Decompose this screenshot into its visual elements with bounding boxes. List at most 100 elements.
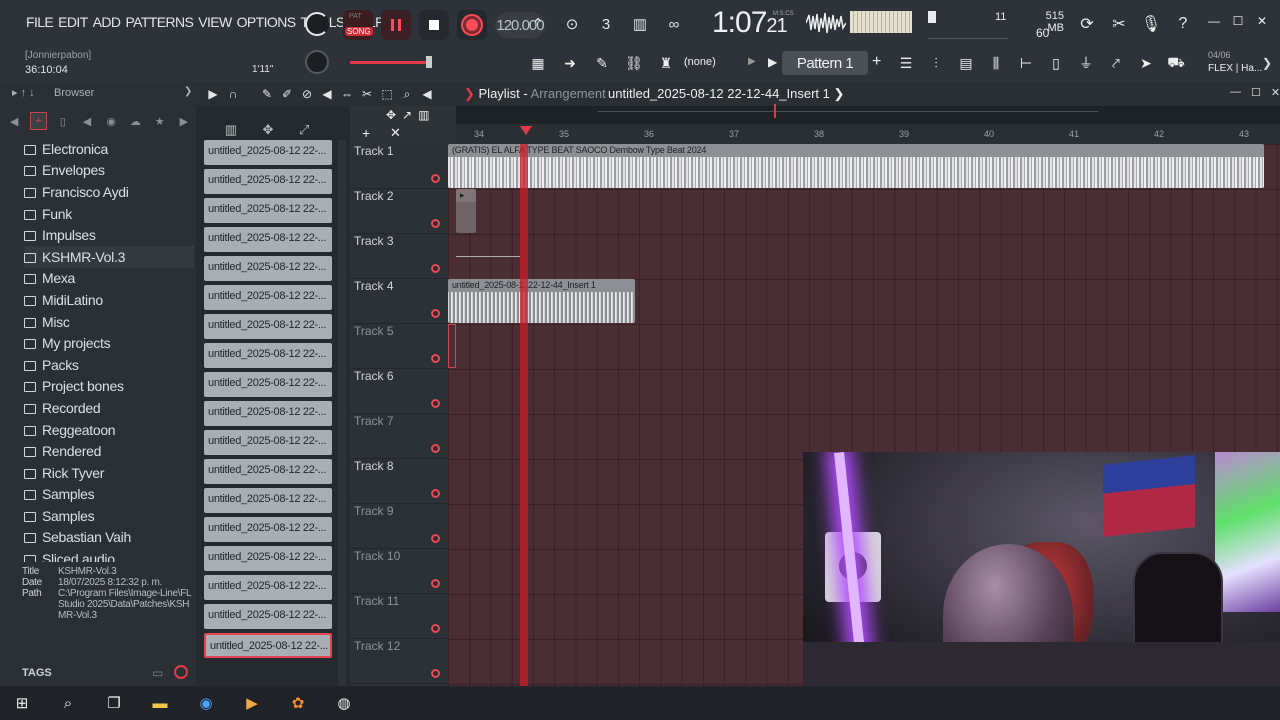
minimize-icon[interactable]: — [1206,14,1222,30]
magnet-snap-icon[interactable]: ∩ [226,86,240,102]
track-header[interactable]: Track 4 [350,279,448,324]
clip-source-item[interactable]: untitled_2025-08-12 22-... [204,517,332,542]
clip-source-item[interactable]: untitled_2025-08-12 22-... [204,401,332,426]
zoom-tool-icon[interactable]: ⌕ [400,86,414,102]
clip-source-item[interactable]: untitled_2025-08-12 22-... [204,198,332,223]
folder-item[interactable]: Recorded [24,397,194,419]
folder-item[interactable]: Packs [24,354,194,376]
project-info-icon[interactable]: ▯ [1045,53,1067,73]
refresh-icon[interactable]: ⟳ [1076,13,1098,35]
track-header[interactable]: Track 12 [350,639,448,684]
scroll-thumb[interactable] [774,104,776,118]
menu-patterns[interactable]: PATTERNS [125,14,193,30]
pat-song-toggle[interactable]: PAT SONG [343,10,373,40]
search-icon[interactable]: ⌕ [58,693,78,713]
folder-item[interactable]: Mexa [24,268,194,290]
clip-source-item[interactable]: untitled_2025-08-12 22-... [204,343,332,368]
slice-tool-icon[interactable]: ✂ [360,86,374,102]
browser-collapse-icon[interactable]: ❯ [184,86,192,97]
paint-tool-icon[interactable]: ✐ [280,86,294,102]
plugin-filter-icon[interactable]: ◉ [103,112,119,130]
folder-item[interactable]: Sebastian Vaih [24,527,194,549]
record-button[interactable] [457,10,487,40]
audio-clip-track1[interactable]: (GRATIS) EL ALFA TYPE BEAT SAOCO Dembow … [448,144,1264,188]
master-pitch-slider[interactable] [350,61,430,64]
track-mute-led[interactable] [431,534,440,543]
folder-item[interactable]: Impulses [24,224,194,246]
audio-clip-track4[interactable]: untitled_2025-08-1..22-12-44_Insert 1 [448,279,635,323]
star-icon[interactable]: ★ [152,112,168,130]
playlist-title-sub[interactable]: Arrangement [531,86,606,101]
menu-view[interactable]: VIEW [198,14,232,30]
clip-source-item[interactable]: untitled_2025-08-12 22-... [204,372,332,397]
main-pitch-knob[interactable] [305,50,329,74]
file-explorer-icon[interactable]: ▬ [150,693,170,713]
folder-item[interactable]: Misc [24,311,194,333]
news-title[interactable]: FLEX | Ha... [1208,63,1262,74]
track-mute-led[interactable] [431,669,440,678]
plugin-icon[interactable]: ⏚ [1075,53,1097,73]
song-position-marker[interactable] [520,126,532,135]
folder-item[interactable]: Samples [24,505,194,527]
browser-tree-icon[interactable]: ⊢ [1015,53,1037,73]
track-mute-led[interactable] [431,444,440,453]
file-icon[interactable]: ▯ [55,112,71,130]
clip-source-item[interactable]: untitled_2025-08-12 22-... [204,140,332,165]
move-icon[interactable]: ✥ [262,122,273,138]
master-volume-knob[interactable] [305,12,329,36]
track-mute-led[interactable] [431,354,440,363]
pattern-play-icon[interactable]: ▶ [768,55,777,69]
link-icon[interactable]: ⛓ [622,53,646,73]
clip-source-item[interactable]: untitled_2025-08-12 22-... [204,488,332,513]
tag-folder-icon[interactable]: ▭ [152,666,163,680]
pencil-icon[interactable]: ✎ [590,53,614,73]
folder-item[interactable]: KSHMR-Vol.3 [24,245,194,268]
countdown-icon[interactable]: 3 [594,14,618,34]
track-mute-led[interactable] [431,489,440,498]
clip-source-item[interactable]: untitled_2025-08-12 22-... [204,314,332,339]
master-pitch-thumb[interactable] [426,56,432,68]
folder-item[interactable]: Envelopes [24,160,194,182]
folder-item[interactable]: Samples [24,484,194,506]
browser-nav-icon[interactable]: ▸ ↑ ↓ [12,86,35,99]
draw-tool-icon[interactable]: ✎ [260,86,274,102]
plugin-tool-icon[interactable]: ✂ [1108,13,1130,35]
loop-record-icon[interactable]: ∞ [662,14,686,34]
track-header[interactable]: Track 3 [350,234,448,279]
track-mute-led[interactable] [431,399,440,408]
metronome-icon[interactable]: ⌃ [526,14,550,34]
track-mute-led[interactable] [431,309,440,318]
menu-add[interactable]: ADD [93,14,121,30]
pause-button[interactable] [381,10,411,40]
resize-icon[interactable]: ⤢ [299,122,309,138]
clip-source-item[interactable]: untitled_2025-08-12 22-... [204,633,332,658]
clip-list-scrollbar[interactable] [338,140,346,686]
track-header[interactable]: Track 7 [350,414,448,459]
pattern-list-icon[interactable]: ▥ [225,122,237,138]
clip-source-item[interactable]: untitled_2025-08-12 22-... [204,430,332,455]
news-next-icon[interactable]: ❯ [1262,56,1272,70]
clip-source-item[interactable]: untitled_2025-08-12 22-... [204,227,332,252]
playlist-icon[interactable]: ☰ [895,53,917,73]
playlist-maximize-icon[interactable]: ☐ [1251,86,1261,99]
folder-item[interactable]: Rendered [24,440,194,462]
track-header[interactable]: Track 5 [350,324,448,369]
playlist-menu-icon[interactable]: ▶ [206,86,220,102]
remove-track-icon[interactable]: ✕ [390,125,401,141]
select-tool-icon[interactable]: ⬚ [380,86,394,102]
send-icon[interactable]: ➤ [1135,53,1157,73]
track-header[interactable]: Track 8 [350,459,448,504]
folder-item[interactable]: Rick Tyver [24,462,194,484]
clip-source-item[interactable]: untitled_2025-08-12 22-... [204,169,332,194]
track-header[interactable]: Track 1 [350,144,448,189]
mixer-icon[interactable]: ⫼ [985,53,1007,73]
stop-button[interactable] [419,10,449,40]
obs-icon[interactable]: ◍ [334,693,354,713]
stamp-icon[interactable]: ♜ [654,53,678,73]
menu-options[interactable]: OPTIONS [237,14,296,30]
track-header[interactable]: Track 2 [350,189,448,234]
track-header[interactable]: Track 9 [350,504,448,549]
windows-start-icon[interactable]: ⊞ [12,693,32,713]
wait-for-input-icon[interactable]: ⊙ [560,14,584,34]
clip-source-item[interactable]: untitled_2025-08-12 22-... [204,546,332,571]
